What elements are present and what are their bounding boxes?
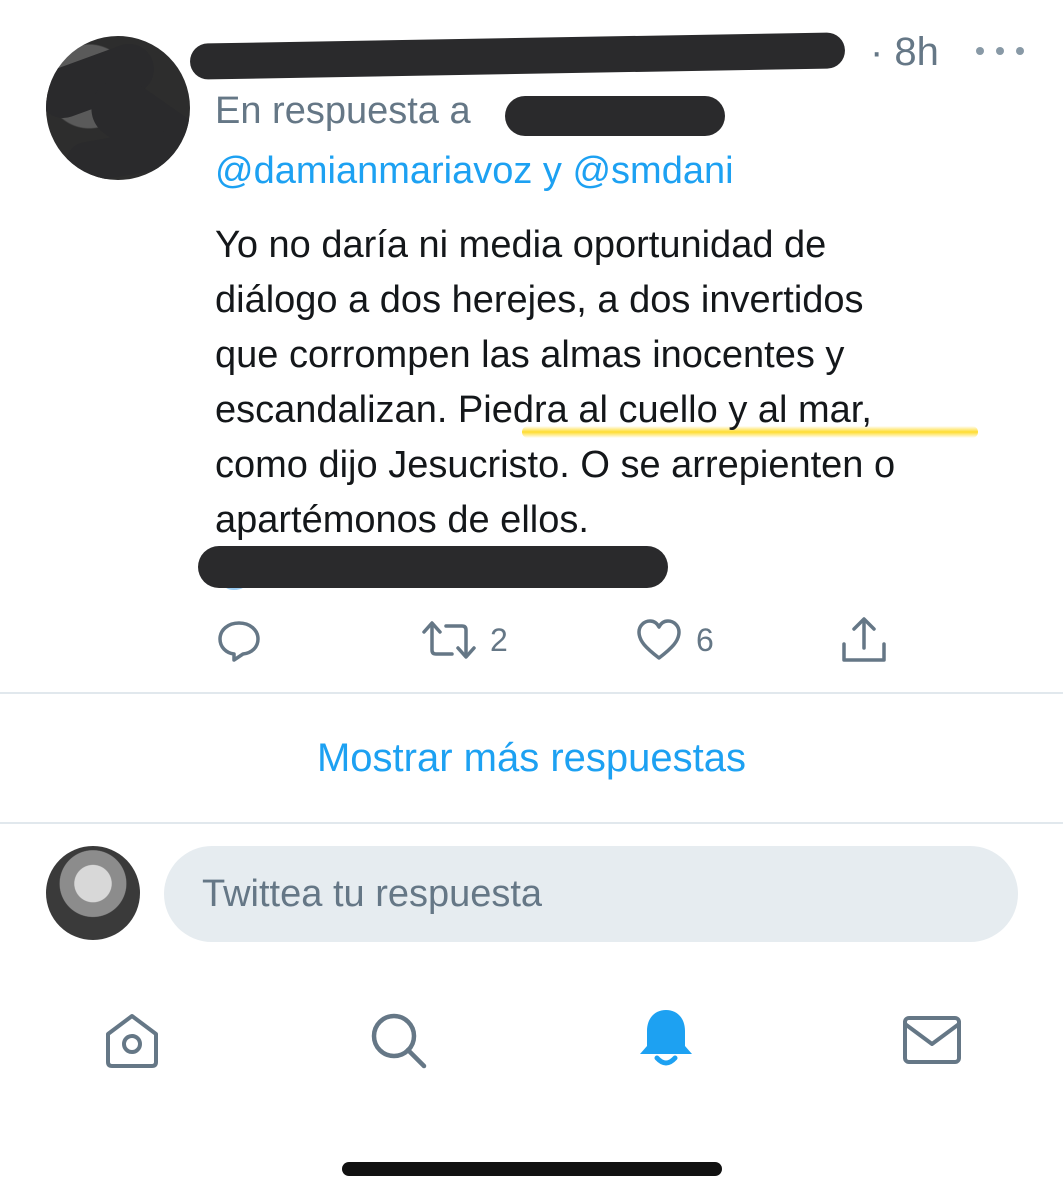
- author-avatar[interactable]: [46, 36, 190, 180]
- home-indicator[interactable]: [342, 1162, 722, 1176]
- tweet-text: Yo no daría ni media oportunidad de diál…: [215, 224, 896, 541]
- nav-home[interactable]: [92, 1000, 172, 1080]
- reply-icon: [218, 621, 260, 662]
- like-count: 6: [696, 621, 714, 658]
- share-icon: [842, 617, 886, 662]
- retweet-count: 2: [490, 621, 508, 658]
- tweet-timestamp: · 8h: [870, 30, 939, 74]
- author-name-redaction: [189, 32, 846, 80]
- reply-handle-redaction: [505, 96, 725, 136]
- nav-search[interactable]: [358, 1000, 438, 1080]
- more-icon[interactable]: [970, 36, 1030, 66]
- search-icon: [371, 1013, 427, 1069]
- reply-input[interactable]: [164, 846, 1018, 942]
- share-button[interactable]: [838, 614, 890, 666]
- like-button[interactable]: 6: [636, 618, 714, 662]
- like-icon: [637, 619, 681, 660]
- link-redaction: [198, 546, 668, 588]
- nav-messages[interactable]: [892, 1000, 972, 1080]
- reply-mentions-link[interactable]: @damianmariavoz y @smdani: [215, 150, 734, 193]
- mail-icon: [903, 1016, 961, 1064]
- show-more-replies-link[interactable]: Mostrar más respuestas: [0, 736, 1063, 781]
- divider: [0, 822, 1063, 824]
- home-icon: [106, 1014, 158, 1068]
- nav-notifications[interactable]: [626, 1000, 706, 1080]
- retweet-icon: [422, 621, 476, 659]
- retweet-button[interactable]: 2: [422, 618, 508, 662]
- reply-context-label: En respuesta a: [215, 90, 471, 132]
- user-avatar[interactable]: [46, 846, 140, 940]
- bell-icon: [640, 1010, 692, 1066]
- reply-button[interactable]: [216, 618, 262, 664]
- divider: [0, 692, 1063, 694]
